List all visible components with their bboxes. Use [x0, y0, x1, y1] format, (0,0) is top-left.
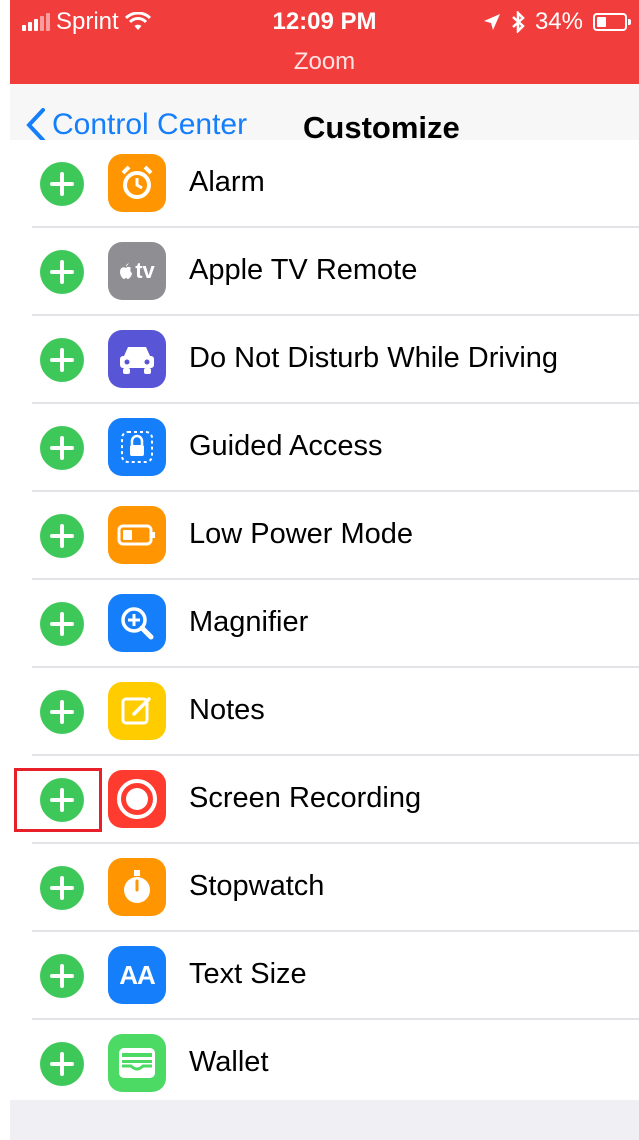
add-button[interactable] — [40, 954, 84, 998]
list-item: Wallet — [10, 1020, 639, 1108]
add-button[interactable] — [40, 250, 84, 294]
add-button[interactable] — [40, 162, 84, 206]
battery-percent: 34% — [534, 8, 583, 35]
back-label: Control Center — [52, 108, 248, 141]
add-button[interactable] — [40, 426, 84, 470]
record-icon — [108, 770, 166, 828]
control-label: Wallet — [189, 1046, 269, 1078]
control-label: Stopwatch — [189, 870, 325, 902]
magnifier-icon — [108, 594, 166, 652]
control-label: Magnifier — [189, 606, 309, 638]
text-size-icon-text: AA — [119, 959, 156, 990]
location-icon — [483, 14, 500, 30]
control-label: Screen Recording — [189, 782, 422, 814]
chevron-left-icon — [26, 108, 45, 142]
battery-icon — [108, 506, 166, 564]
lock-icon — [108, 418, 166, 476]
add-button[interactable] — [40, 1042, 84, 1086]
more-controls-list: Alarm tv Apple TV Remote Do Not Disturb Whi… — [10, 140, 639, 1108]
stopwatch-icon — [108, 858, 166, 916]
list-item: Screen Recording — [10, 756, 639, 844]
phone-screen: Sprint 12:09 PM 34% Zoom Control Center … — [10, 0, 639, 1140]
alarm-icon — [108, 154, 166, 212]
back-button[interactable]: Control Center — [26, 108, 247, 142]
list-item: Magnifier — [10, 580, 639, 668]
battery-icon — [593, 13, 631, 31]
control-label: Alarm — [189, 166, 265, 198]
zoom-label: Zoom — [293, 48, 356, 75]
apple-tv-icon: tv — [108, 242, 166, 300]
control-label: Text Size — [189, 958, 307, 990]
add-button[interactable] — [40, 866, 84, 910]
list-item: Stopwatch — [10, 844, 639, 932]
control-label: Notes — [189, 694, 265, 726]
car-icon — [108, 330, 166, 388]
apple-tv-icon-text: tv — [135, 258, 155, 283]
list-item: Do Not Disturb While Driving — [10, 316, 639, 404]
list-item: Guided Access — [10, 404, 639, 492]
status-bar: Sprint 12:09 PM 34% Zoom — [10, 0, 639, 84]
wallet-icon — [108, 1034, 166, 1092]
bluetooth-icon — [512, 11, 525, 33]
list-item: Low Power Mode — [10, 492, 639, 580]
list-item: tv Apple TV Remote — [10, 228, 639, 316]
control-label: Do Not Disturb While Driving — [189, 342, 559, 374]
add-button[interactable] — [40, 514, 84, 558]
list-item: Notes — [10, 668, 639, 756]
list-item: Alarm — [10, 140, 639, 228]
text-size-icon: AA — [108, 946, 166, 1004]
control-label: Guided Access — [189, 430, 383, 462]
status-right: 34% — [483, 8, 631, 36]
add-button[interactable] — [40, 338, 84, 382]
list-footer — [10, 1100, 639, 1140]
list-item: AA Text Size — [10, 932, 639, 1020]
add-button[interactable] — [40, 602, 84, 646]
control-label: Low Power Mode — [189, 518, 414, 550]
add-button[interactable] — [40, 778, 84, 822]
notes-icon — [108, 682, 166, 740]
control-label: Apple TV Remote — [189, 254, 418, 286]
add-button[interactable] — [40, 690, 84, 734]
